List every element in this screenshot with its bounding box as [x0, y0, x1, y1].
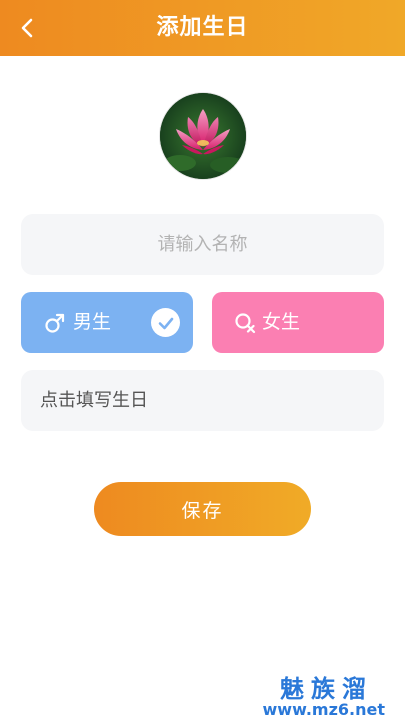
watermark-title: 魅族溜 [280, 675, 373, 703]
gender-male-button[interactable]: 男生 [21, 292, 193, 353]
name-input[interactable] [21, 214, 384, 275]
page-title: 添加生日 [156, 15, 249, 40]
watermark-url: www.mz6.net [262, 700, 385, 719]
avatar[interactable] [160, 93, 246, 179]
female-symbol-icon [235, 313, 256, 334]
gender-female-label: 女生 [262, 311, 301, 333]
birthday-label: 点击填写生日 [40, 390, 148, 411]
save-button[interactable]: 保存 [94, 482, 311, 536]
site-watermark: 魅族溜 www.mz6.net [257, 676, 387, 720]
header-bar: 添加生日 [0, 0, 405, 56]
gender-female-button[interactable]: 女生 [212, 292, 384, 353]
lotus-image [160, 93, 246, 179]
name-field[interactable] [21, 214, 384, 275]
check-circle-icon [151, 308, 180, 337]
male-symbol-icon [45, 313, 65, 333]
gender-male-label: 男生 [73, 311, 112, 333]
birthday-field[interactable]: 点击填写生日 [21, 370, 384, 431]
